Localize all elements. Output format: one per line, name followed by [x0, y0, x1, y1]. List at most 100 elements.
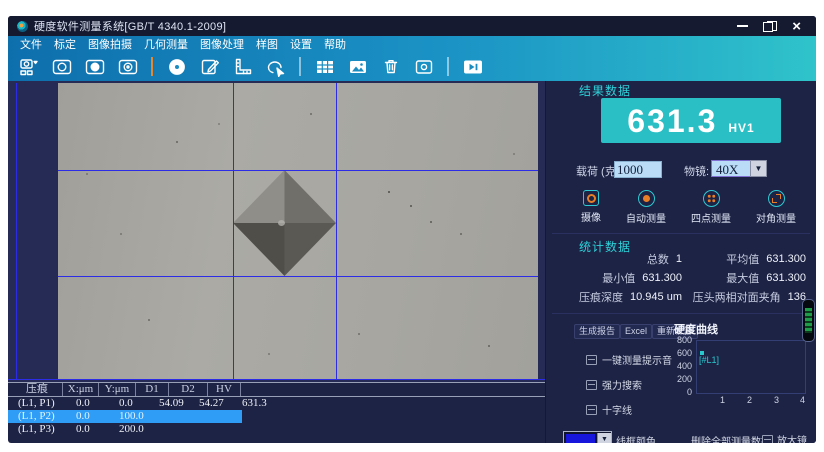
four-point-measure-button[interactable]: 四点测量 [691, 190, 731, 225]
edit-note-button[interactable] [197, 55, 222, 78]
lasso-button[interactable] [263, 55, 288, 78]
line-color-label: 线框颜色 [616, 437, 656, 443]
command-bars: 文件 标定 图像拍摄 几何测量 图像处理 样图 设置 帮助 [8, 36, 816, 81]
camera-button[interactable] [49, 55, 74, 78]
stat-label: 总数 [646, 253, 669, 266]
stat-value: 631.300 [642, 271, 682, 284]
record-icon [415, 59, 432, 74]
load-input[interactable] [614, 161, 662, 178]
table-row-selected[interactable]: (L1, P2) 0.0 100.0 [8, 410, 242, 423]
crosshair-toggle[interactable]: 十字线 [586, 402, 632, 417]
restore-button[interactable] [763, 20, 778, 32]
menu-item-image-processing[interactable]: 图像处理 [194, 36, 250, 52]
auto-measure-icon [637, 190, 655, 207]
objective-select[interactable]: 40X ▼ [711, 160, 767, 177]
toolbar-separator [299, 57, 301, 76]
stat-value: 631.300 [766, 271, 806, 284]
chevron-down-icon[interactable]: ▼ [597, 433, 611, 443]
menu-item-settings[interactable]: 设置 [284, 36, 318, 52]
menu-item-file[interactable]: 文件 [14, 36, 48, 52]
table-cell: 100.0 [119, 410, 144, 422]
table-cell: 0.0 [119, 397, 133, 409]
roi-border-bottom [8, 379, 545, 380]
ruler-button[interactable] [230, 55, 255, 78]
table-cell: (L1, P1) [18, 397, 55, 409]
auto-measure-button[interactable]: 自动测量 [626, 190, 666, 225]
measure-point-button[interactable] [164, 55, 189, 78]
power-search-toggle[interactable]: 强力搜索 [586, 377, 642, 392]
measure-point-icon [168, 58, 185, 75]
delete-button[interactable] [378, 55, 403, 78]
header-x: X:μm [63, 383, 99, 396]
image-panel [8, 81, 545, 382]
menu-item-geometric-measure[interactable]: 几何测量 [138, 36, 194, 52]
measure-line-horizontal-bottom[interactable] [58, 276, 538, 277]
hardness-curve-plot: [#L1] [696, 340, 806, 394]
data-point-label: [#L1] [699, 355, 720, 365]
image-gallery-button[interactable] [345, 55, 370, 78]
header-y: Y:μm [99, 383, 136, 396]
objective-label: 物镜: [684, 166, 710, 178]
surface-specks [58, 83, 60, 85]
close-button[interactable]: × [792, 19, 801, 34]
measure-line-vertical-right[interactable] [336, 83, 337, 379]
table-row[interactable]: (L1, P3) 0.0 200.0 [8, 423, 242, 436]
microscope-image [58, 83, 538, 379]
live-view-button[interactable] [115, 55, 140, 78]
delete-all-data-button[interactable]: 删除全部测量数据 [691, 433, 771, 443]
checkbox-icon[interactable] [586, 354, 597, 365]
line-color-select[interactable]: ▼ [563, 431, 612, 443]
header-indent: 压痕 [12, 383, 63, 396]
measurement-table: 压痕 X:μm Y:μm D1 D2 HV (L1, P1) 0.0 0.0 5… [8, 382, 553, 443]
table-cell: 54.09 [159, 397, 184, 409]
header-d2: D2 [169, 383, 208, 396]
excel-export-button[interactable]: Excel [620, 324, 653, 339]
data-table-button[interactable] [312, 55, 337, 78]
table-cell: 0.0 [76, 423, 90, 435]
minimize-button[interactable] [737, 25, 749, 27]
y-tick-label: 200 [676, 374, 692, 384]
right-panel: 结果数据 631.3 HV1 载荷 (克): 物镜: 40X ▼ 摄像 自动测量… [545, 81, 816, 443]
statistics-grid: 总数 1 平均值 631.300 最小值 631.300 最大值 631.300 压痕深… [556, 249, 806, 306]
toolbar-separator [447, 57, 449, 76]
ruler-icon [235, 58, 251, 74]
menu-item-help[interactable]: 帮助 [318, 36, 352, 52]
checkbox-icon[interactable] [586, 379, 597, 390]
record-button[interactable] [411, 55, 436, 78]
toggle-label: 强力搜索 [602, 381, 642, 392]
snapshot-icon [85, 59, 104, 74]
live-view-icon [118, 59, 137, 74]
snapshot-button[interactable] [82, 55, 107, 78]
app-window: 硬度软件测量系统[GB/T 4340.1-2009] × 文件 标定 图像拍摄 … [8, 16, 816, 443]
step-run-button[interactable] [460, 55, 485, 78]
menu-item-calibration[interactable]: 标定 [48, 36, 82, 52]
capture-action-button[interactable]: 摄像 [581, 190, 601, 225]
y-tick-label: 400 [676, 361, 692, 371]
table-cell [237, 410, 274, 423]
measure-line-vertical-left[interactable] [233, 83, 234, 379]
chevron-down-icon[interactable]: ▼ [750, 160, 767, 177]
generate-report-button[interactable]: 生成报告 [574, 324, 621, 339]
app-logo-icon [17, 20, 28, 32]
capture-mode-button[interactable] [16, 55, 41, 78]
beep-toggle[interactable]: 一键测量提示音 [586, 352, 672, 367]
image-gallery-icon [349, 60, 366, 73]
camera-icon [52, 59, 71, 74]
stat-value: 10.945 um [630, 290, 682, 303]
table-cell [155, 410, 191, 423]
menu-item-sample-image[interactable]: 样图 [250, 36, 284, 52]
toggle-label: 十字线 [602, 406, 632, 417]
y-tick-label: 0 [686, 387, 692, 397]
diagonal-measure-button[interactable]: 对角测量 [756, 190, 796, 225]
result-section-title: 结果数据 [579, 84, 632, 98]
menu-item-image-capture[interactable]: 图像拍摄 [82, 36, 138, 52]
hardness-result-display: 631.3 HV1 [601, 98, 781, 143]
magnifier-button[interactable]: 放大镜 [762, 432, 807, 443]
toolbar-separator [151, 57, 153, 76]
toolbar [8, 52, 816, 81]
measure-line-horizontal-top[interactable] [58, 170, 538, 171]
table-row[interactable]: (L1, P1) 0.0 0.0 54.09 54.27 631.3 [8, 397, 267, 410]
checkbox-icon[interactable] [586, 404, 597, 415]
y-tick-label: 800 [676, 335, 692, 345]
header-d1: D1 [136, 383, 169, 396]
